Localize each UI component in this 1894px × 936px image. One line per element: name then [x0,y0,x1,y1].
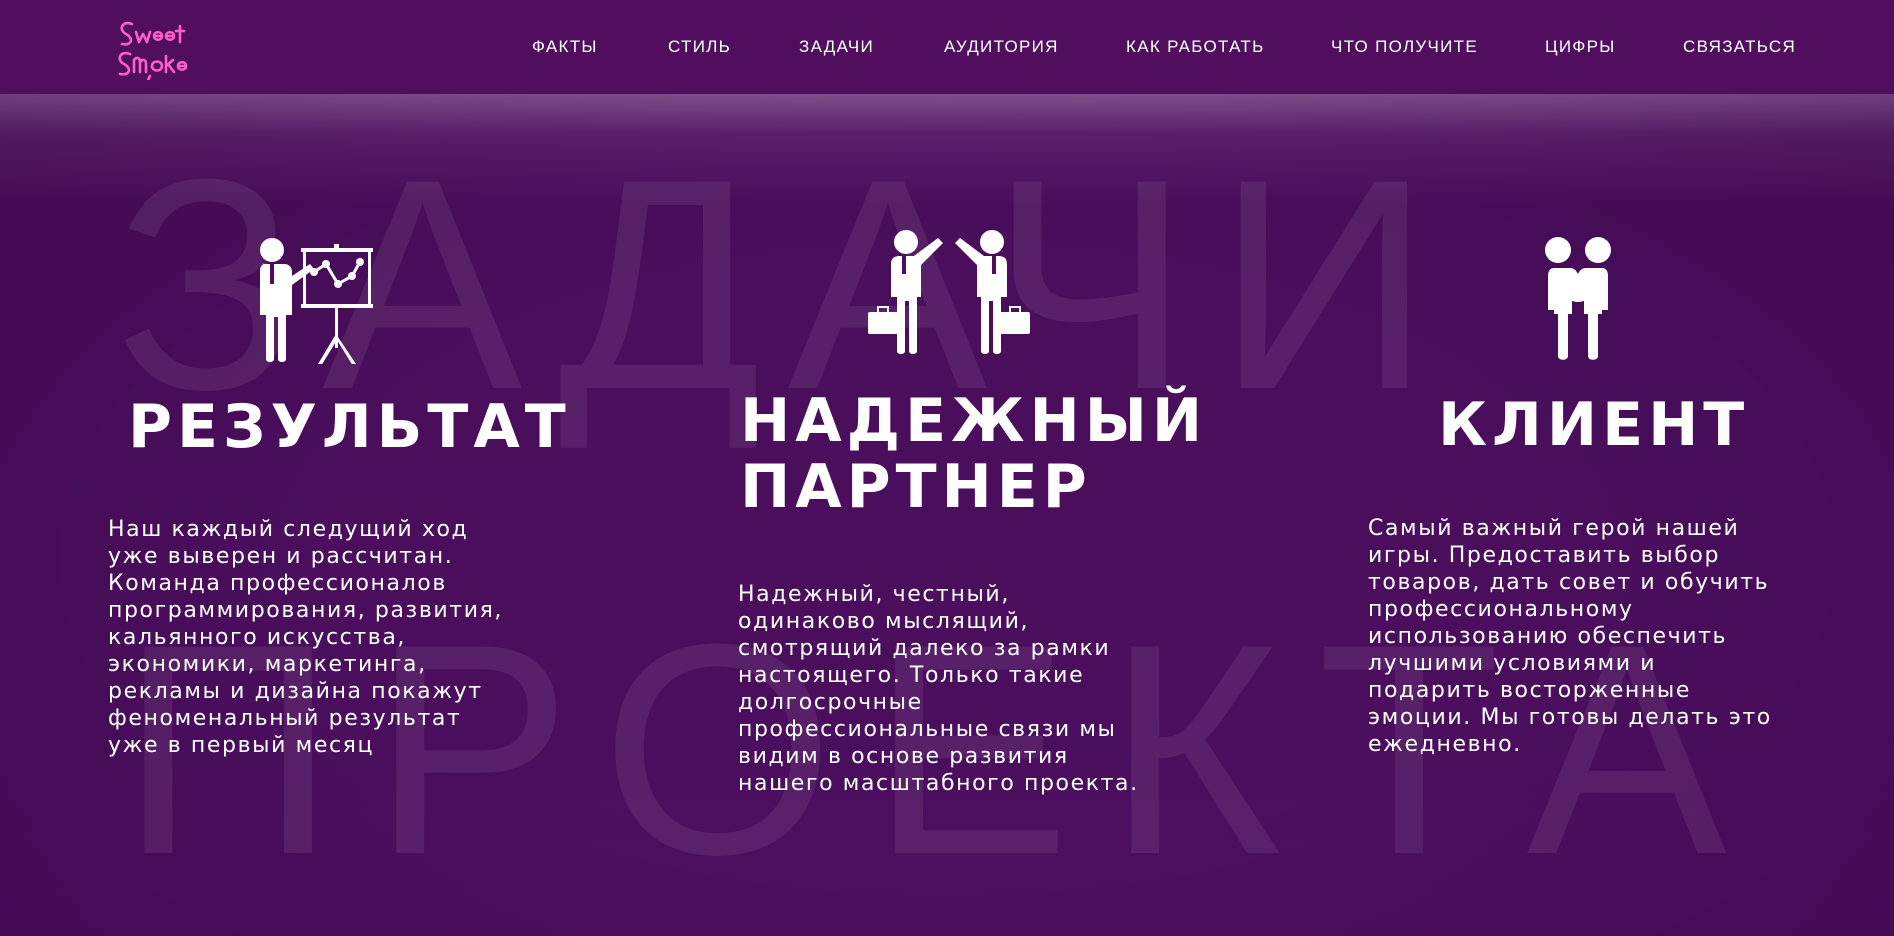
text-line: лучшими условиями и [1368,651,1657,676]
top-navigation: ФАКТЫ СТИЛЬ ЗАДАЧИ АУДИТОРИЯ КАК РАБОТАТ… [0,0,1894,94]
text-line: подарить восторженные [1368,678,1691,703]
nav-link-contact[interactable]: СВЯЗАТЬСЯ [1683,37,1796,57]
text-line: ежедневно. [1368,732,1522,757]
title-line: КЛИЕНТ [1438,390,1750,460]
nav-link-tasks[interactable]: ЗАДАЧИ [799,37,874,57]
nav-link-style[interactable]: СТИЛЬ [668,37,731,57]
tasks-section: ЗАДАЧИ ПРОЕКТА РЕЗУЛЬТАТ Наш каждый след… [0,94,1894,936]
column-client: КЛИЕНТ Самый важный герой нашей игры. Пр… [0,94,1894,936]
text-line: игры. Предоставить выбор [1368,543,1721,568]
nav-link-facts[interactable]: ФАКТЫ [532,37,598,57]
nav-link-audience[interactable]: АУДИТОРИЯ [944,37,1059,57]
text-line: профессиональному [1368,597,1634,622]
nav-link-how-to-work[interactable]: КАК РАБОТАТЬ [1126,37,1265,57]
column-description: Самый важный герой нашей игры. Предостав… [1368,515,1772,758]
main-menu: ФАКТЫ СТИЛЬ ЗАДАЧИ АУДИТОРИЯ КАК РАБОТАТ… [0,0,1894,94]
nav-link-numbers[interactable]: ЦИФРЫ [1545,37,1616,57]
text-line: использованию обеспечить [1368,624,1728,649]
handshake-icon [1530,236,1626,364]
text-line: Самый важный герой нашей [1368,516,1740,541]
nav-link-what-you-get[interactable]: ЧТО ПОЛУЧИТЕ [1331,37,1478,57]
text-line: эмоции. Мы готовы делать это [1368,705,1772,730]
text-line: товаров, дать совет и обучить [1368,570,1770,595]
